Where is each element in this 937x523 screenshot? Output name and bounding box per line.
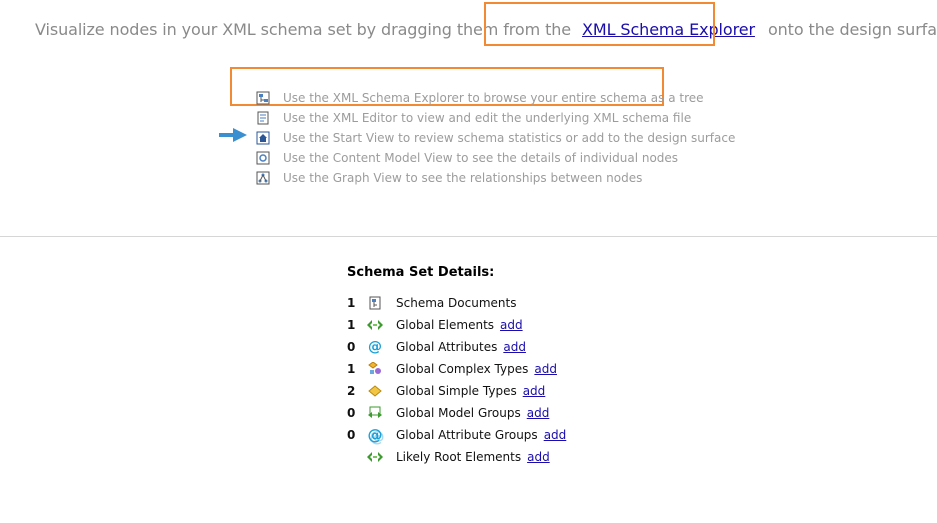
global-attribute-icon: @ bbox=[368, 339, 382, 355]
add-global-element-link[interactable]: add bbox=[500, 318, 523, 332]
content-model-view-icon bbox=[255, 150, 271, 166]
tip-text: Use the XML Editor to view and edit the … bbox=[283, 111, 692, 125]
detail-row: 1 Schema Documents bbox=[347, 292, 566, 314]
detail-row: 1 Global Complex Types add bbox=[347, 358, 566, 380]
schema-set-details: Schema Set Details: 1 Schema Documents 1… bbox=[347, 265, 566, 468]
detail-label: Global Complex Types bbox=[396, 362, 529, 376]
detail-row: Likely Root Elements add bbox=[347, 446, 566, 468]
tip-item[interactable]: Use the Graph View to see the relationsh… bbox=[255, 168, 735, 188]
detail-label: Global Attributes bbox=[396, 340, 498, 354]
detail-row: 0 @ Global Attributes add bbox=[347, 336, 566, 358]
link-highlight-box bbox=[484, 2, 715, 46]
model-group-icon bbox=[367, 405, 383, 421]
detail-count: 0 bbox=[347, 406, 356, 420]
tips-list: Use the XML Schema Explorer to browse yo… bbox=[255, 88, 735, 188]
add-root-element-link[interactable]: add bbox=[527, 450, 550, 464]
tip-item[interactable]: Use the Content Model View to see the de… bbox=[255, 148, 735, 168]
detail-row: 1 Global Elements add bbox=[347, 314, 566, 336]
tip-text: Use the XML Schema Explorer to browse yo… bbox=[283, 91, 704, 105]
detail-row: 0 @ Global Attribute Groups add bbox=[347, 424, 566, 446]
tip-text: Use the Graph View to see the relationsh… bbox=[283, 171, 643, 185]
tip-item[interactable]: Use the XML Schema Explorer to browse yo… bbox=[255, 88, 735, 108]
intro-after: onto the design surface. bbox=[767, 20, 937, 39]
detail-label: Global Model Groups bbox=[396, 406, 521, 420]
add-attribute-group-link[interactable]: add bbox=[544, 428, 567, 442]
simple-type-icon bbox=[367, 383, 383, 399]
section-divider bbox=[0, 236, 937, 237]
tip-text: Use the Start View to review schema stat… bbox=[283, 131, 736, 145]
detail-label: Schema Documents bbox=[396, 296, 517, 310]
root-element-icon bbox=[367, 449, 383, 465]
detail-count: 2 bbox=[347, 384, 356, 398]
detail-label: Global Elements bbox=[396, 318, 495, 332]
graph-view-icon bbox=[255, 170, 271, 186]
attribute-group-icon: @ bbox=[367, 426, 383, 444]
detail-label: Likely Root Elements bbox=[396, 450, 522, 464]
pointer-arrow-icon bbox=[219, 128, 247, 142]
detail-row: 0 Global Model Groups add bbox=[347, 402, 566, 424]
add-global-attribute-link[interactable]: add bbox=[503, 340, 526, 354]
schema-document-icon bbox=[367, 295, 383, 311]
complex-type-icon bbox=[367, 361, 383, 377]
detail-count: 1 bbox=[347, 318, 356, 332]
xml-editor-icon bbox=[255, 110, 271, 126]
add-simple-type-link[interactable]: add bbox=[523, 384, 546, 398]
detail-count: 0 bbox=[347, 428, 356, 442]
detail-count: 1 bbox=[347, 362, 356, 376]
tip-item[interactable]: Use the Start View to review schema stat… bbox=[255, 128, 735, 148]
start-view-icon bbox=[255, 130, 271, 146]
add-complex-type-link[interactable]: add bbox=[534, 362, 557, 376]
tip-text: Use the Content Model View to see the de… bbox=[283, 151, 679, 165]
schema-explorer-icon bbox=[255, 90, 271, 106]
details-title: Schema Set Details: bbox=[347, 265, 495, 280]
detail-label: Global Simple Types bbox=[396, 384, 517, 398]
detail-row: 2 Global Simple Types add bbox=[347, 380, 566, 402]
detail-label: Global Attribute Groups bbox=[396, 428, 538, 442]
add-model-group-link[interactable]: add bbox=[527, 406, 550, 420]
global-element-icon bbox=[367, 317, 383, 333]
detail-count: 1 bbox=[347, 296, 356, 310]
detail-count: 0 bbox=[347, 340, 356, 354]
tip-item[interactable]: Use the XML Editor to view and edit the … bbox=[255, 108, 735, 128]
